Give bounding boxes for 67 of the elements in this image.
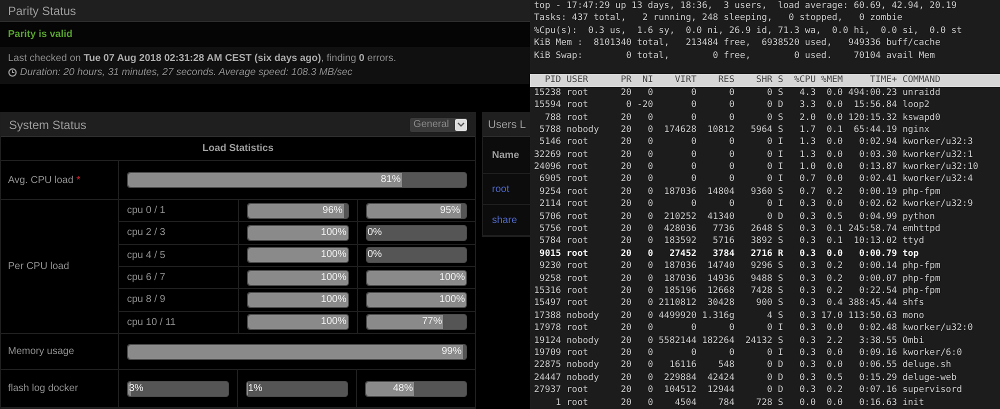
cpu-label: cpu 2 / 3 bbox=[127, 227, 166, 238]
percent-label: 100% bbox=[320, 270, 346, 285]
last-checked-text: Last checked on Tue 07 Aug 2018 02:31:28 AM CEST (six days ago), finding 0 errors. bbox=[8, 53, 398, 64]
process-line: 5146 root 20 0 0 0 0 I 1.3 0.0 0:02.94 kworker/u32:3 bbox=[538, 136, 974, 149]
percent-label: 100% bbox=[320, 248, 346, 262]
process-line: 5784 root 20 0 183592 5716 3892 S 0.3 0.1 10:13.02 ttyd bbox=[538, 235, 926, 248]
percent-label: 96% bbox=[322, 204, 343, 218]
process-line: 32269 root 20 0 0 0 0 I 1.3 0.0 0:03.30 kworker/u32:1 bbox=[533, 148, 974, 162]
summary-line: KiB Mem : 8101340 total, 213484 free, 6938520 used, 949336 buff/cache bbox=[533, 37, 942, 50]
process-line: 6905 root 20 0 0 0 0 I 0.7 0.0 0:02.41 kworker/u32:4 bbox=[538, 173, 974, 186]
process-line: 1 root 20 0 4504 784 728 S 0.0 0.0 0:16.63 init bbox=[554, 396, 926, 409]
row-label: Avg. CPU load bbox=[8, 174, 74, 186]
percent-label: 99% bbox=[442, 344, 462, 358]
process-line: 17388 nobody 20 0 4499920 1.316g 4 S 0.3 17.0 113:50.63 mono bbox=[533, 310, 926, 322]
percent-label: 77% bbox=[422, 315, 442, 330]
cpu-label: cpu 10 / 11 bbox=[127, 316, 176, 328]
process-line: 9015 root 20 0 27452 3784 2716 R 0.3 0.0 0:00.79 top bbox=[538, 248, 920, 260]
row-label: Memory usage bbox=[8, 346, 74, 357]
cpu-label: cpu 0 / 1 bbox=[127, 205, 166, 216]
parity-status: Parity is valid bbox=[0, 22, 530, 47]
process-line: 5756 root 20 0 428036 7736 2648 S 0.3 0.1 245:58.74 emhttpd bbox=[538, 223, 942, 236]
percent-label: 100% bbox=[320, 315, 346, 330]
process-line: 22875 nobody 20 0 16116 548 0 D 0.3 0.0 0:06.55 deluge.sh bbox=[533, 359, 952, 372]
process-line: 9254 root 20 0 187036 14804 9360 S 0.7 0.2 0:00.19 php-fpm bbox=[538, 186, 942, 198]
panel-title: Users L bbox=[488, 118, 526, 130]
process-line: 24447 nobody 20 0 229884 42424 0 D 0.3 0.5 0:15.29 deluge-web bbox=[533, 372, 958, 384]
process-line: 19124 nobody 20 0 5582144 182264 24132 S 0.3 2.2 3:38.55 Ombi bbox=[533, 334, 926, 347]
process-line: 15238 root 20 0 0 0 0 S 4.3 0.0 494:00.23 unraidd bbox=[533, 86, 942, 100]
row-label: Per CPU load bbox=[8, 261, 70, 272]
view-select[interactable]: General bbox=[410, 118, 467, 132]
row-label: flash log docker bbox=[8, 383, 78, 394]
table-title: Load Statistics bbox=[1, 137, 475, 161]
percent-label: 1% bbox=[248, 382, 262, 396]
process-line: 27937 root 20 0 104512 12944 0 D 0.3 0.2 0:07.16 supervisord bbox=[533, 384, 964, 396]
process-line: 788 root 20 0 0 0 0 S 2.0 0.0 120:15.32 kswapd0 bbox=[544, 112, 942, 124]
summary-line: top - 17:47:29 up 13 days, 18:36, 3 users, load average: 60.69, 42.94, 20.19 bbox=[533, 0, 958, 12]
cpu-label: cpu 8 / 9 bbox=[127, 294, 166, 306]
clock-icon bbox=[8, 68, 17, 77]
process-line: 19709 root 20 0 0 0 0 I 0.3 0.0 0:09.16 kworker/6:0 bbox=[533, 346, 964, 360]
process-line: 2114 root 20 0 0 0 0 I 0.3 0.0 0:02.62 kworker/u32:9 bbox=[538, 198, 974, 211]
process-line: 9258 root 20 0 187036 14936 9488 S 0.3 0.2 0:00.07 php-fpm bbox=[538, 272, 942, 285]
percent-label: 100% bbox=[320, 292, 346, 307]
process-line: 5706 root 20 0 210252 41340 0 D 0.3 0.5 0:04.99 python bbox=[538, 210, 936, 224]
percent-label: 100% bbox=[439, 270, 465, 285]
duration-text: Duration: 20 hours, 31 minutes, 27 seconds. Average speed: 108.3 MB/sec bbox=[20, 67, 352, 78]
cpu-label: cpu 6 / 7 bbox=[127, 272, 166, 284]
summary-line: Tasks: 437 total, 2 running, 248 sleeping, 0 stopped, 0 zombie bbox=[533, 12, 904, 25]
percent-label: 95% bbox=[440, 204, 460, 218]
process-line: 15497 root 20 0 2110812 30428 900 S 0.3 0.4 388:45.44 shfs bbox=[533, 297, 926, 310]
percent-label: 81% bbox=[380, 173, 401, 187]
percent-label: 100% bbox=[439, 292, 465, 307]
process-line: 24096 root 20 0 0 0 0 I 1.0 0.0 0:13.87 kworker/u32:10 bbox=[533, 161, 980, 174]
process-line: 9230 root 20 0 187036 14740 9296 S 0.3 0.2 0:00.14 php-fpm bbox=[538, 260, 942, 273]
caret-icon bbox=[457, 122, 465, 127]
percent-label: 3% bbox=[129, 382, 144, 396]
panel-title: System Status bbox=[9, 118, 86, 132]
panel-title: Parity Status bbox=[8, 4, 76, 18]
percent-label: 48% bbox=[392, 382, 413, 396]
process-line: 17978 root 20 0 0 0 0 I 0.3 0.0 0:02.48 kworker/u32:0 bbox=[533, 322, 974, 335]
process-line: 15316 root 20 0 185196 12668 7428 S 0.3 0.2 0:22.54 php-fpm bbox=[533, 284, 942, 298]
process-line: 5788 nobody 20 0 174628 10812 5964 S 1.7 0.1 65:44.19 nginx bbox=[538, 124, 931, 136]
percent-label: 100% bbox=[320, 226, 346, 240]
summary-line: KiB Swap: 0 total, 0 free, 0 used. 70104 avail Mem bbox=[533, 50, 936, 62]
required-mark: * bbox=[76, 174, 80, 186]
cpu-label: cpu 4 / 5 bbox=[127, 250, 166, 261]
summary-line: %Cpu(s): 0.3 us, 1.6 sy, 0.0 ni, 26.9 id, 71.3 wa, 0.0 hi, 0.0 si, 0.0 st bbox=[533, 24, 964, 38]
process-line: 15594 root 0 -20 0 0 0 D 3.3 0.0 15:56.84 loop2 bbox=[533, 99, 931, 112]
